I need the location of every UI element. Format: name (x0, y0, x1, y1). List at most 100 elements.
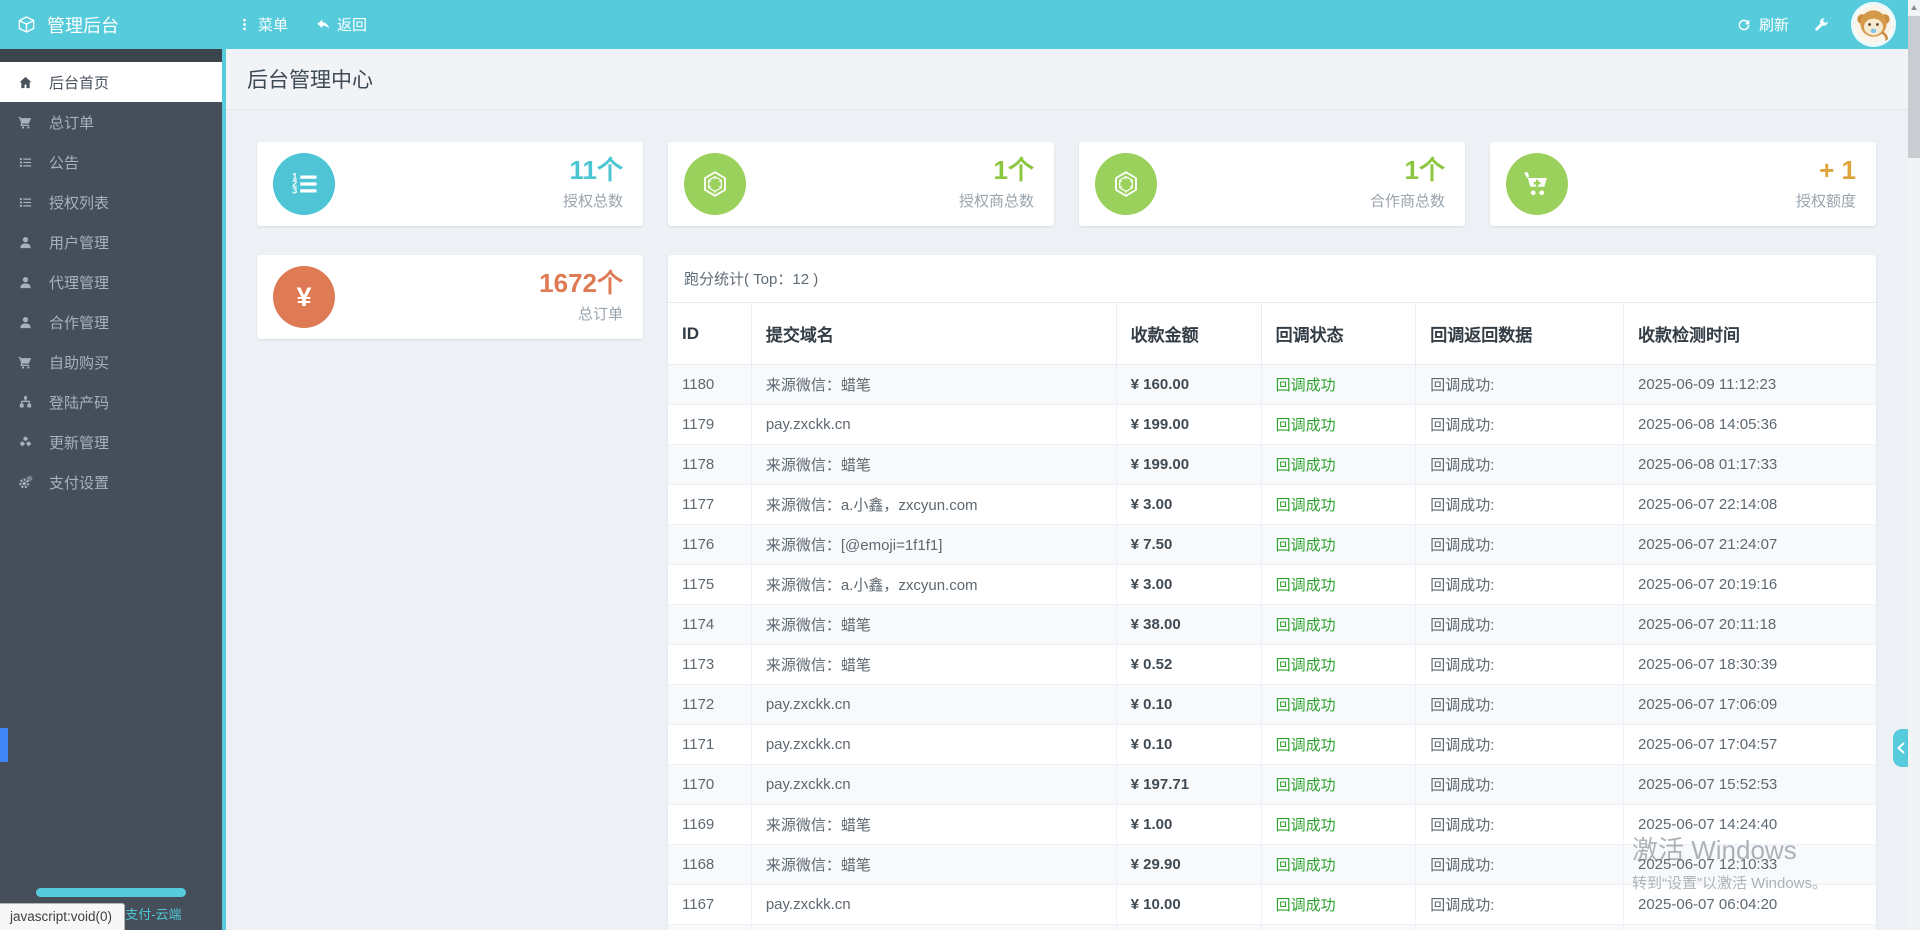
scrollbar-thumb[interactable] (1908, 16, 1920, 158)
sitemap-icon (17, 395, 34, 410)
brand[interactable]: 管理后台 (0, 12, 223, 38)
cart-icon (17, 355, 34, 370)
back-button[interactable]: 返回 (316, 14, 367, 35)
sidebar-item-label: 支付设置 (49, 474, 110, 492)
stat-card-body: 1672个 总订单 (539, 270, 643, 323)
main-content: 后台管理中心 1 2 3 11个 授权总数 1个 授权商总数 1个 合作商总数 + 1 授权额度 ¥… (226, 49, 1908, 930)
menu-button[interactable]: 菜单 (237, 14, 288, 35)
table-row: 1178 来源微信：蜡笔 ¥ 199.00 回调成功 回调成功: 2025-06-08 0… (668, 444, 1876, 485)
cell-id: 1180 (668, 364, 752, 405)
cell-domain: 来源微信：蜡笔 (750, 804, 1117, 845)
sidebar-item-home[interactable]: 后台首页 (0, 62, 222, 102)
sidebar: 后台首页总订单 公告授权列表用户管理 代理管理合作管理自助购买登陆产码 更新管理支付设… (0, 49, 226, 930)
refresh-button[interactable]: 刷新 (1736, 14, 1789, 35)
topbar-right: 刷新 (1736, 4, 1920, 45)
stat-value: 1个 (993, 155, 1034, 186)
sidebar-item-orders[interactable]: 总订单 (0, 102, 222, 142)
cell-callback: 回调成功: (1415, 644, 1624, 685)
cogs-icon (17, 475, 34, 490)
cell-domain: 来源微信：a.小鑫，zxcyun.com (750, 484, 1117, 525)
cell-domain: 来源微信：a.小鑫，zxcyun.com (750, 924, 1117, 930)
table-row: 1173 来源微信：蜡笔 ¥ 0.52 回调成功 回调成功: 2025-06-07 18:… (668, 644, 1876, 685)
table-body: 1180 来源微信：蜡笔 ¥ 160.00 回调成功 回调成功: 2025-06-09 1… (668, 364, 1876, 930)
cell-amount: ¥ 7.50 (1115, 524, 1262, 565)
cell-amount: ¥ 10.00 (1115, 884, 1262, 925)
cell-domain: 来源微信：a.小鑫，zxcyun.com (750, 564, 1117, 605)
package-icon (17, 15, 36, 34)
sidebar-item-announcements[interactable]: 公告 (0, 142, 222, 182)
sidebar-item-label: 授权列表 (49, 194, 110, 212)
sidebar-item-label: 合作管理 (49, 314, 110, 332)
list-icon (17, 155, 34, 170)
sidebar-item-agents[interactable]: 代理管理 (0, 262, 222, 302)
cell-status: 回调成功 (1260, 764, 1417, 805)
table-row: 1175 来源微信：a.小鑫，zxcyun.com ¥ 3.00 回调成功 回调成功: 2… (668, 564, 1876, 605)
table-row: 1166来源微信：a.小鑫，zxcyun.com¥ 10.00回调成功回调成功:… (668, 924, 1876, 930)
cell-id: 1170 (668, 764, 752, 805)
cell-amount: ¥ 3.00 (1115, 564, 1262, 605)
cell-id: 1179 (668, 404, 752, 445)
cell-time: 2025-06-07 17:04:57 (1622, 724, 1876, 765)
menu-button-label: 菜单 (258, 17, 289, 34)
cell-amount: ¥ 160.00 (1115, 364, 1262, 405)
sidebar-item-auth-list[interactable]: 授权列表 (0, 182, 222, 222)
cell-callback: 回调成功: (1415, 444, 1624, 485)
sidebar-item-updates[interactable]: 更新管理 (0, 422, 222, 462)
wrench-icon[interactable] (1813, 17, 1829, 33)
cell-amount: ¥ 29.90 (1115, 844, 1262, 885)
cell-callback: 回调成功: (1415, 884, 1624, 925)
cell-status: 回调成功 (1260, 884, 1417, 925)
stat-card-auth-total: 1 2 3 11个 授权总数 (257, 142, 643, 226)
cell-callback: 回调成功: (1415, 484, 1624, 525)
left-edge-tab (0, 728, 8, 762)
cell-callback: 回调成功: (1415, 604, 1624, 645)
sidebar-item-payment-settings[interactable]: 支付设置 (0, 462, 222, 502)
cell-callback: 回调成功: (1415, 844, 1624, 885)
sidebar-item-label: 自助购买 (49, 354, 110, 372)
column-header: 收款金额 (1115, 303, 1262, 365)
cell-time: 2025-06-07 15:52:53 (1622, 764, 1876, 805)
cell-amount: ¥ 3.00 (1115, 484, 1262, 525)
table-header-row: ID 提交域名 收款金额 回调状态 回调返回数据 收款检测时间 (668, 303, 1876, 365)
cell-callback: 回调成功: (1415, 924, 1624, 930)
stat-card-partners-total: 1个 合作商总数 (1079, 142, 1465, 226)
cell-id: 1168 (668, 844, 752, 885)
scrollbar-up-button[interactable] (1908, 0, 1920, 15)
sidebar-item-users[interactable]: 用户管理 (0, 222, 222, 262)
sidebar-menu: 后台首页总订单 公告授权列表用户管理 代理管理合作管理自助购买登陆产码 更新管理支付设… (0, 62, 222, 502)
cell-status: 回调成功 (1260, 524, 1417, 565)
list-icon (17, 195, 34, 210)
table-row: 1172 pay.zxckk.cn ¥ 0.10 回调成功 回调成功: 2025-06-0… (668, 684, 1876, 725)
yen-icon: ¥ (273, 266, 335, 328)
cell-domain: 来源微信：蜡笔 (750, 644, 1117, 685)
stat-label: 授权额度 (1795, 192, 1856, 210)
table-row: 1168 来源微信：蜡笔 ¥ 29.90 回调成功 回调成功: 2025-06-07 12… (668, 844, 1876, 885)
cell-amount: ¥ 199.00 (1115, 444, 1262, 485)
cell-time: 2025-06-08 01:17:33 (1622, 444, 1876, 485)
stat-label: 总订单 (577, 305, 623, 323)
cell-time: 2025-06-07 14:24:40 (1622, 804, 1876, 845)
cell-time: 2025-06-07 17:06:09 (1622, 684, 1876, 725)
cell-time: 2025-06-07 22:14:08 (1622, 484, 1876, 525)
cell-status: 回调成功 (1260, 644, 1417, 685)
sidebar-footer-scrollbar[interactable] (36, 888, 186, 897)
sidebar-item-partners[interactable]: 合作管理 (0, 302, 222, 342)
cell-time: 2025-06-07 20:11:18 (1622, 604, 1876, 645)
table-row: 1180 来源微信：蜡笔 ¥ 160.00 回调成功 回调成功: 2025-06-09 1… (668, 364, 1876, 405)
sidebar-item-self-purchase[interactable]: 自助购买 (0, 342, 222, 382)
cart-icon (17, 115, 34, 130)
avatar[interactable] (1853, 4, 1894, 45)
cell-domain: 来源微信：蜡笔 (750, 604, 1117, 645)
brand-title: 管理后台 (47, 15, 119, 36)
gem-icon (1095, 153, 1157, 215)
cell-status: 回调成功 (1260, 364, 1417, 405)
home-icon (17, 75, 34, 90)
column-header: 回调返回数据 (1415, 303, 1624, 365)
cell-status: 回调成功 (1260, 924, 1417, 930)
cell-callback: 回调成功: (1415, 764, 1624, 805)
stat-value: 1个 (1404, 155, 1445, 186)
sidebar-item-label: 后台首页 (49, 74, 110, 92)
sidebar-item-login-codes[interactable]: 登陆产码 (0, 382, 222, 422)
vertical-scrollbar[interactable] (1908, 0, 1920, 930)
collapse-tab[interactable] (1893, 729, 1908, 767)
